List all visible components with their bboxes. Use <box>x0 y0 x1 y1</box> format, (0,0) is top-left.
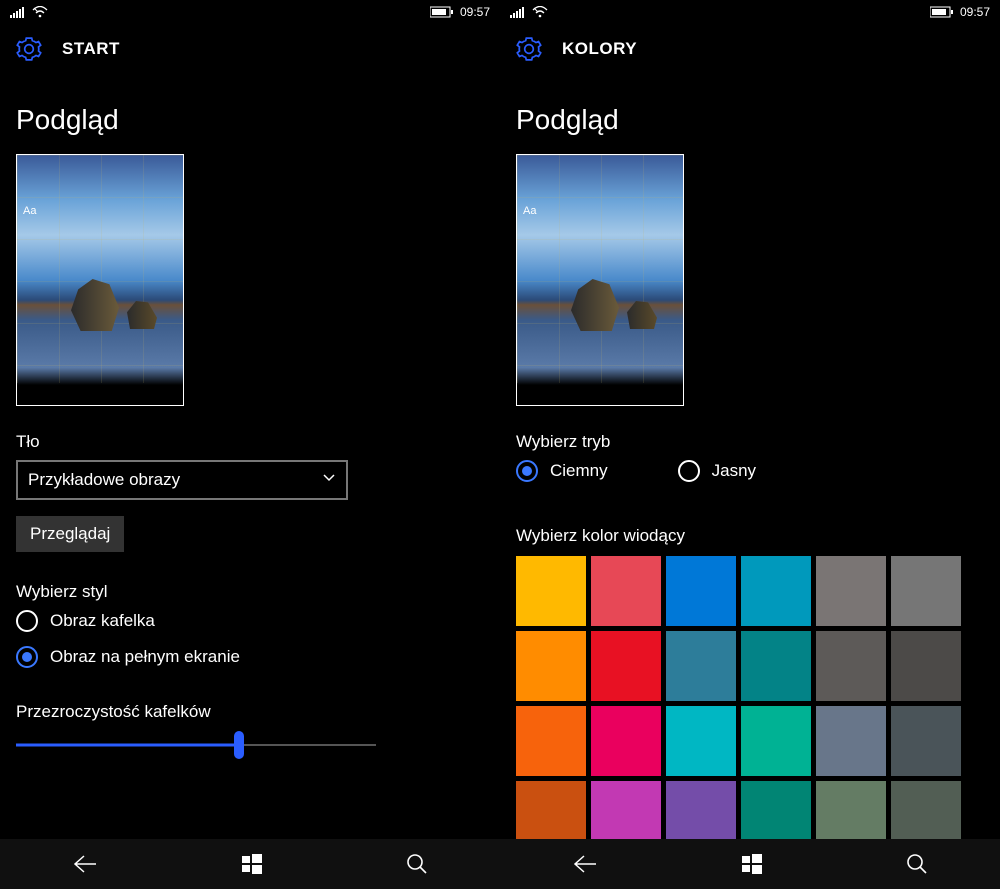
accent-swatch-6[interactable] <box>516 631 586 701</box>
battery-icon <box>930 6 954 18</box>
preview-aa: Aa <box>523 205 536 217</box>
back-icon[interactable] <box>572 854 598 874</box>
opacity-label: Przezroczystość kafelków <box>16 702 484 722</box>
slider-thumb[interactable] <box>234 731 244 759</box>
accent-swatch-0[interactable] <box>516 556 586 626</box>
accent-swatch-19[interactable] <box>591 781 661 839</box>
chevron-down-icon <box>322 470 336 490</box>
gear-icon[interactable] <box>16 36 42 62</box>
style-option-tile[interactable]: Obraz kafelka <box>16 610 484 632</box>
content-area: Podgląd Aa Wybierz tryb Ciemny Jasny Wyb… <box>500 74 1000 839</box>
accent-swatch-16[interactable] <box>816 706 886 776</box>
search-icon[interactable] <box>406 853 428 875</box>
accent-label: Wybierz kolor wiodący <box>516 526 984 546</box>
back-icon[interactable] <box>72 854 98 874</box>
accent-swatch-13[interactable] <box>591 706 661 776</box>
opacity-slider[interactable] <box>16 730 376 760</box>
radio-icon <box>516 460 538 482</box>
page-header: KOLORY <box>500 24 1000 74</box>
wifi-icon <box>532 6 548 18</box>
mode-label: Wybierz tryb <box>516 432 984 452</box>
phone-right: 09:57 KOLORY Podgląd Aa Wybierz tryb Cie… <box>500 0 1000 889</box>
accent-swatch-3[interactable] <box>741 556 811 626</box>
preview-thumbnail[interactable]: Aa <box>16 154 184 406</box>
windows-icon[interactable] <box>741 853 763 875</box>
accent-swatch-12[interactable] <box>516 706 586 776</box>
battery-icon <box>430 6 454 18</box>
accent-swatch-9[interactable] <box>741 631 811 701</box>
mode-option-light[interactable]: Jasny <box>678 460 756 482</box>
status-bar: 09:57 <box>0 0 500 24</box>
content-area: Podgląd Aa Tło Przykładowe obrazy Przegl… <box>0 74 500 839</box>
status-bar: 09:57 <box>500 0 1000 24</box>
preview-thumbnail[interactable]: Aa <box>516 154 684 406</box>
clock: 09:57 <box>960 5 990 19</box>
phone-left: 09:57 START Podgląd Aa Tło Przykładowe o… <box>0 0 500 889</box>
accent-swatch-17[interactable] <box>891 706 961 776</box>
accent-swatch-21[interactable] <box>741 781 811 839</box>
radio-icon <box>16 646 38 668</box>
accent-color-grid <box>516 556 984 839</box>
style-label: Wybierz styl <box>16 582 484 602</box>
accent-swatch-4[interactable] <box>816 556 886 626</box>
accent-swatch-15[interactable] <box>741 706 811 776</box>
background-select[interactable]: Przykładowe obrazy <box>16 460 348 500</box>
preview-label: Podgląd <box>516 104 984 136</box>
accent-swatch-14[interactable] <box>666 706 736 776</box>
gear-icon[interactable] <box>516 36 542 62</box>
page-title: KOLORY <box>562 39 637 59</box>
background-select-value: Przykładowe obrazy <box>28 470 180 490</box>
page-title: START <box>62 39 120 59</box>
accent-swatch-18[interactable] <box>516 781 586 839</box>
accent-swatch-7[interactable] <box>591 631 661 701</box>
page-header: START <box>0 24 500 74</box>
background-label: Tło <box>16 432 484 452</box>
accent-swatch-1[interactable] <box>591 556 661 626</box>
clock: 09:57 <box>460 5 490 19</box>
accent-swatch-11[interactable] <box>891 631 961 701</box>
accent-swatch-8[interactable] <box>666 631 736 701</box>
windows-icon[interactable] <box>241 853 263 875</box>
accent-swatch-22[interactable] <box>816 781 886 839</box>
accent-swatch-20[interactable] <box>666 781 736 839</box>
nav-bar <box>500 839 1000 889</box>
radio-icon <box>678 460 700 482</box>
signal-icon <box>510 6 526 18</box>
radio-icon <box>16 610 38 632</box>
mode-option-dark[interactable]: Ciemny <box>516 460 608 482</box>
preview-label: Podgląd <box>16 104 484 136</box>
accent-swatch-10[interactable] <box>816 631 886 701</box>
accent-swatch-5[interactable] <box>891 556 961 626</box>
style-option-full[interactable]: Obraz na pełnym ekranie <box>16 646 484 668</box>
signal-icon <box>10 6 26 18</box>
accent-swatch-23[interactable] <box>891 781 961 839</box>
accent-swatch-2[interactable] <box>666 556 736 626</box>
nav-bar <box>0 839 500 889</box>
search-icon[interactable] <box>906 853 928 875</box>
wifi-icon <box>32 6 48 18</box>
preview-aa: Aa <box>23 205 36 217</box>
browse-button[interactable]: Przeglądaj <box>16 516 124 552</box>
